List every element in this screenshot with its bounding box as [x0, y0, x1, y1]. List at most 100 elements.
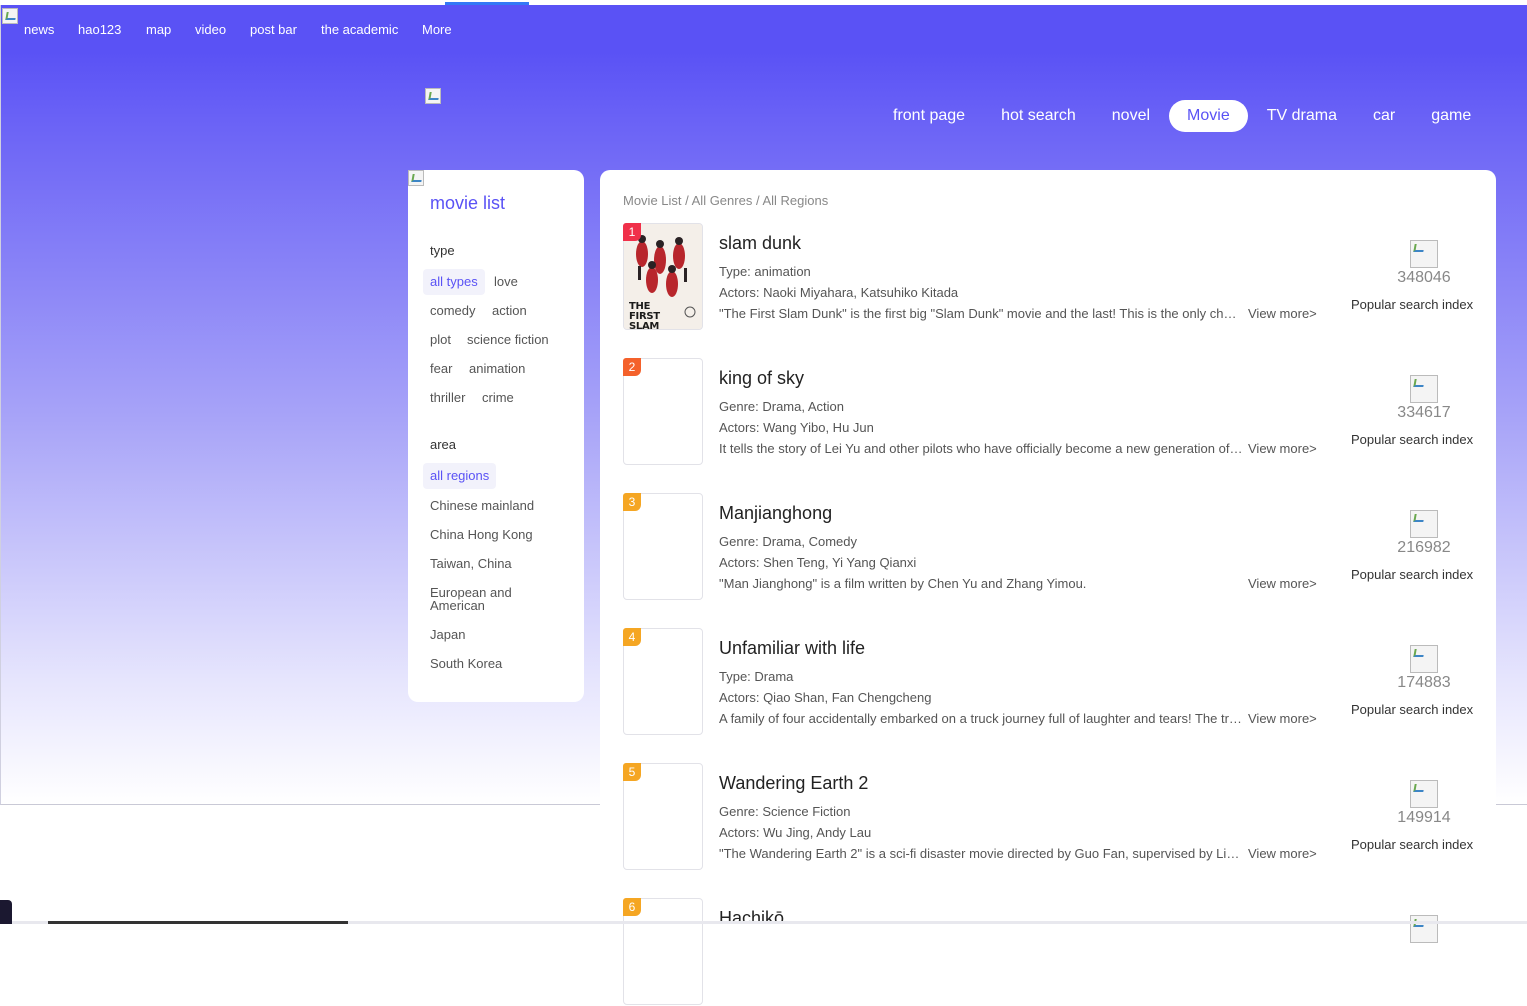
movie-type: Genre: Drama, Comedy — [719, 534, 857, 549]
loading-strip — [0, 0, 1527, 5]
movie-actors: Actors: Qiao Shan, Fan Chengcheng — [719, 690, 932, 705]
filter-type-comedy[interactable]: comedy — [430, 298, 476, 324]
movie-actors: Actors: Wang Yibo, Hu Jun — [719, 420, 874, 435]
tab-tv-drama[interactable]: TV drama — [1250, 100, 1354, 132]
movie-item[interactable]: 4 Unfamiliar with life Type: Drama Actor… — [623, 628, 1483, 736]
search-index-value: 334617 — [1397, 404, 1451, 421]
search-index-label: Popular search index — [1351, 432, 1474, 447]
view-more-link[interactable]: View more> — [1248, 576, 1317, 591]
taskbar-corner — [0, 900, 12, 924]
movie-description: "Man Jianghong" is a film written by Che… — [719, 576, 1087, 591]
search-index-label: Popular search index — [1351, 837, 1474, 852]
movie-description: It tells the story of Lei Yu and other p… — [719, 441, 1243, 456]
movie-type: Genre: Drama, Action — [719, 399, 844, 414]
movie-actors: Actors: Shen Teng, Yi Yang Qianxi — [719, 555, 917, 570]
type-label: type — [430, 243, 455, 258]
movie-description: "The First Slam Dunk" is the first big "… — [719, 306, 1243, 321]
movie-title[interactable]: slam dunk — [719, 233, 801, 254]
view-more-link[interactable]: View more> — [1248, 711, 1317, 726]
tab-novel[interactable]: novel — [1095, 100, 1167, 132]
brand-logo-icon[interactable] — [425, 88, 441, 104]
view-more-link[interactable]: View more> — [1248, 441, 1317, 456]
filter-type-all[interactable]: all types — [423, 269, 485, 295]
nav-more[interactable]: More — [422, 22, 452, 37]
movie-type: Type: animation — [719, 264, 811, 279]
movie-actors: Actors: Naoki Miyahara, Katsuhiko Kitada — [719, 285, 959, 300]
movie-type: Genre: Science Fiction — [719, 804, 851, 819]
movie-title[interactable]: king of sky — [719, 368, 804, 389]
sidebar-image-icon — [408, 170, 424, 186]
trend-icon — [1410, 915, 1438, 943]
tab-front-page[interactable]: front page — [876, 100, 982, 132]
view-more-link[interactable]: View more> — [1248, 306, 1317, 321]
search-index-value: 174883 — [1397, 674, 1451, 691]
filter-region-japan[interactable]: Japan — [430, 628, 550, 641]
movie-title[interactable]: Manjianghong — [719, 503, 832, 524]
category-tabs: front page hot search novel Movie TV dra… — [876, 100, 1488, 132]
poster-title-text: THE FIRST SLAM DUNK — [629, 301, 660, 330]
filter-type-science-fiction[interactable]: science fiction — [467, 327, 549, 353]
search-index-value: 216982 — [1397, 539, 1451, 556]
search-index-label: Popular search index — [1351, 297, 1474, 312]
filter-type-action[interactable]: action — [492, 298, 527, 324]
sidebar-title: movie list — [430, 193, 506, 213]
area-label: area — [430, 437, 457, 452]
rank-badge: 3 — [623, 493, 641, 511]
movie-description: A family of four accidentally embarked o… — [719, 711, 1243, 726]
movie-title[interactable]: Hachikō — [719, 908, 784, 929]
filter-region-hong-kong[interactable]: China Hong Kong — [430, 528, 550, 541]
movie-title[interactable]: Unfamiliar with life — [719, 638, 865, 659]
rank-badge: 2 — [623, 358, 641, 376]
top-nav: news hao123 map video post bar the acade… — [0, 6, 1527, 52]
movie-item[interactable]: 5 Wandering Earth 2 Genre: Science Ficti… — [623, 763, 1483, 871]
filter-type-crime[interactable]: crime — [482, 385, 514, 411]
filter-region-south-korea[interactable]: South Korea — [430, 657, 550, 670]
tab-movie[interactable]: Movie — [1169, 100, 1248, 132]
breadcrumb: Movie List / All Genres / All Regions — [623, 193, 829, 208]
trend-icon — [1410, 780, 1438, 808]
tab-car[interactable]: car — [1356, 100, 1412, 132]
movie-item[interactable]: 6 Hachikō — [623, 898, 1483, 1006]
nav-post-bar[interactable]: post bar — [250, 22, 297, 37]
search-index-label: Popular search index — [1351, 702, 1474, 717]
movie-item[interactable]: THE FIRST SLAM DUNK 1 slam dunk Type: an… — [623, 223, 1483, 331]
movie-actors: Actors: Wu Jing, Andy Lau — [719, 825, 872, 840]
rank-badge: 6 — [623, 898, 641, 916]
movie-description: "The Wandering Earth 2" is a sci-fi disa… — [719, 846, 1243, 861]
view-more-link[interactable]: View more> — [1248, 846, 1317, 861]
filter-region-chinese-mainland[interactable]: Chinese mainland — [430, 499, 550, 512]
nav-hao123[interactable]: hao123 — [78, 22, 121, 37]
movie-item[interactable]: 3 Manjianghong Genre: Drama, Comedy Acto… — [623, 493, 1483, 601]
nav-map[interactable]: map — [146, 22, 171, 37]
movie-type: Type: Drama — [719, 669, 794, 684]
rank-badge: 5 — [623, 763, 641, 781]
trend-icon — [1410, 240, 1438, 268]
filter-sidebar: movie list type all types love comedy ac… — [408, 170, 584, 702]
filter-region-taiwan[interactable]: Taiwan, China — [430, 557, 550, 570]
movie-item[interactable]: 2 king of sky Genre: Drama, Action Actor… — [623, 358, 1483, 466]
trend-icon — [1410, 645, 1438, 673]
search-index-label: Popular search index — [1351, 567, 1474, 582]
filter-type-plot[interactable]: plot — [430, 327, 451, 353]
movie-title[interactable]: Wandering Earth 2 — [719, 773, 868, 794]
loading-progress — [445, 2, 529, 5]
filter-type-thriller[interactable]: thriller — [430, 385, 465, 411]
rank-badge: 4 — [623, 628, 641, 646]
filter-type-animation[interactable]: animation — [469, 356, 525, 382]
filter-type-love[interactable]: love — [494, 269, 518, 295]
filter-type-fear[interactable]: fear — [430, 356, 452, 382]
nav-video[interactable]: video — [195, 22, 226, 37]
trend-icon — [1410, 510, 1438, 538]
nav-academic[interactable]: the academic — [321, 22, 398, 37]
search-index-value: 149914 — [1397, 809, 1451, 826]
nav-news[interactable]: news — [24, 22, 54, 37]
filter-region-all[interactable]: all regions — [423, 463, 497, 489]
rank-badge: 1 — [623, 223, 641, 241]
filter-region-european-american[interactable]: European and American — [430, 586, 530, 612]
movie-list-panel: Movie List / All Genres / All Regions TH… — [600, 170, 1496, 1005]
site-logo-icon[interactable] — [2, 8, 18, 24]
search-index-value: 348046 — [1397, 269, 1451, 286]
tab-hot-search[interactable]: hot search — [984, 100, 1093, 132]
tab-game[interactable]: game — [1414, 100, 1488, 132]
trend-icon — [1410, 375, 1438, 403]
